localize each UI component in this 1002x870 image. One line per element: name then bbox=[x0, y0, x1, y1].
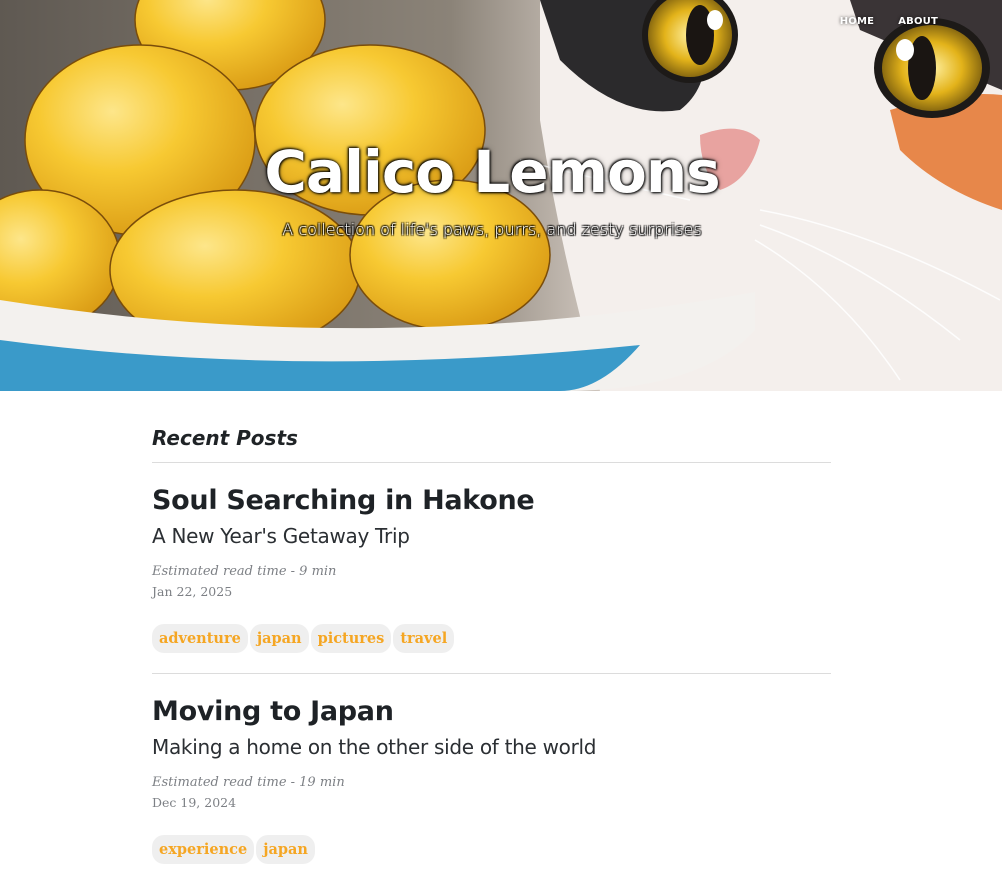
site-subtitle: A collection of life's paws, purrs, and … bbox=[282, 220, 702, 239]
top-nav: HOME ABOUT bbox=[840, 16, 938, 27]
post-date: Dec 19, 2024 bbox=[152, 795, 237, 810]
read-time: Estimated read time - 19 min bbox=[152, 775, 345, 790]
nav-about-link[interactable]: ABOUT bbox=[898, 16, 938, 27]
read-time: Estimated read time - 9 min bbox=[152, 564, 337, 579]
post-preview: Soul Searching in Hakone A New Year's Ge… bbox=[152, 463, 831, 674]
tag-adventure[interactable]: adventure bbox=[152, 624, 248, 653]
post-title-link[interactable]: Moving to Japan bbox=[152, 696, 831, 727]
nav-home-link[interactable]: HOME bbox=[840, 16, 874, 27]
tag-list: experience japan bbox=[152, 835, 831, 864]
tag-japan[interactable]: japan bbox=[256, 835, 315, 864]
tag-list: adventure japan pictures travel bbox=[152, 624, 831, 653]
tag-japan[interactable]: japan bbox=[249, 624, 309, 653]
tag-experience[interactable]: experience bbox=[152, 835, 255, 864]
post-preview: Moving to Japan Making a home on the oth… bbox=[152, 674, 831, 864]
post-title-link[interactable]: Soul Searching in Hakone bbox=[152, 485, 831, 516]
site-title: Calico Lemons bbox=[264, 138, 720, 206]
tag-pictures[interactable]: pictures bbox=[310, 624, 392, 653]
section-title: Recent Posts bbox=[152, 426, 298, 450]
tag-travel[interactable]: travel bbox=[393, 624, 455, 653]
hero-banner: HOME ABOUT Calico Lemons A collection of… bbox=[0, 0, 1002, 391]
post-list: Recent Posts Soul Searching in Hakone A … bbox=[152, 391, 831, 864]
post-date: Jan 22, 2025 bbox=[152, 584, 233, 599]
post-subtitle[interactable]: A New Year's Getaway Trip bbox=[152, 524, 831, 548]
post-subtitle[interactable]: Making a home on the other side of the w… bbox=[152, 735, 831, 759]
